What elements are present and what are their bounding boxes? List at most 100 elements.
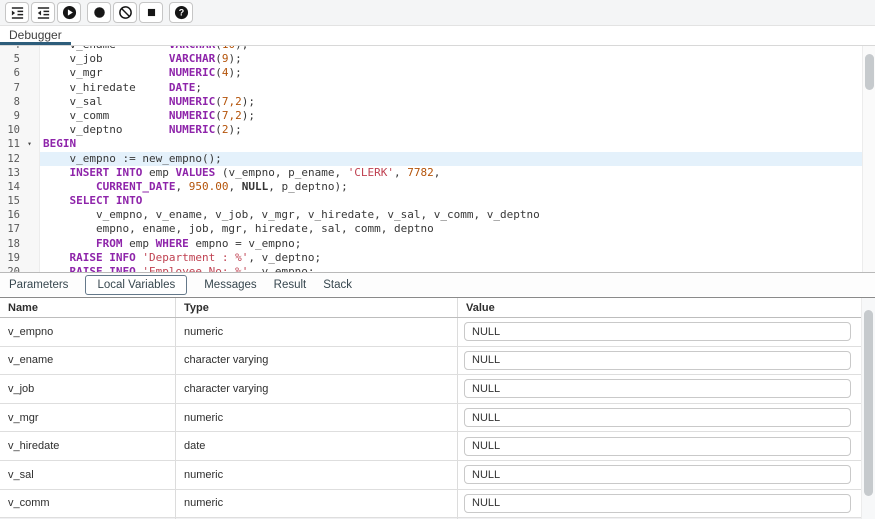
tab-parameters[interactable]: Parameters xyxy=(9,279,68,291)
line-number[interactable]: 6 xyxy=(0,66,20,80)
line-number[interactable]: 18 xyxy=(0,237,20,251)
code-token: ); xyxy=(228,66,241,79)
code-token xyxy=(43,180,96,193)
code-token: NUMERIC xyxy=(169,66,215,79)
variable-type: numeric xyxy=(176,318,458,346)
code-text: RAISE INFO 'Employee No: %', v_empno; xyxy=(40,265,862,272)
variable-row-v_ename[interactable]: v_enamecharacter varying xyxy=(0,347,875,376)
line-number[interactable]: 10 xyxy=(0,123,20,137)
code-token: NUMERIC xyxy=(169,123,215,136)
variable-row-v_sal[interactable]: v_salnumeric xyxy=(0,461,875,490)
code-line-14[interactable]: 14 CURRENT_DATE, 950.00, NULL, p_deptno)… xyxy=(0,180,862,194)
breakpoint-icon xyxy=(92,5,107,20)
code-token: ); xyxy=(228,123,241,136)
variable-type: character varying xyxy=(176,347,458,375)
value-input-v_comm[interactable] xyxy=(464,494,851,513)
gutter-spacer xyxy=(20,208,40,222)
clear-breakpoints-icon xyxy=(118,5,133,20)
line-number[interactable]: 15 xyxy=(0,194,20,208)
editor-vertical-scrollbar[interactable] xyxy=(862,46,875,272)
line-number[interactable]: 13 xyxy=(0,166,20,180)
code-line-18[interactable]: 18 FROM emp WHERE empno = v_empno; xyxy=(0,237,862,251)
code-text: v_empno := new_empno(); xyxy=(40,152,862,166)
line-number[interactable]: 16 xyxy=(0,208,20,222)
code-line-15[interactable]: 15 SELECT INTO xyxy=(0,194,862,208)
value-input-v_ename[interactable] xyxy=(464,351,851,370)
tab-local-variables[interactable]: Local Variables xyxy=(85,275,187,295)
variables-grid: Name Type Value v_empnonumericv_enamecha… xyxy=(0,297,875,519)
line-number[interactable]: 8 xyxy=(0,95,20,109)
code-token: , xyxy=(394,166,407,179)
code-line-10[interactable]: 10 v_deptno NUMERIC(2); xyxy=(0,123,862,137)
variable-row-v_job[interactable]: v_jobcharacter varying xyxy=(0,375,875,404)
stop-button[interactable] xyxy=(139,2,163,23)
code-token: (v_empno, p_ename, xyxy=(215,166,347,179)
code-token xyxy=(43,251,70,264)
code-line-6[interactable]: 6 v_mgr NUMERIC(4); xyxy=(0,66,862,80)
code-text: v_sal NUMERIC(7,2); xyxy=(40,95,862,109)
code-token: emp xyxy=(122,237,155,250)
tab-messages[interactable]: Messages xyxy=(204,279,256,291)
table-vertical-scrollbar[interactable] xyxy=(861,298,875,519)
code-line-20[interactable]: 20 RAISE INFO 'Employee No: %', v_empno; xyxy=(0,265,862,272)
value-input-v_hiredate[interactable] xyxy=(464,437,851,456)
panel-tabbar: Parameters Local Variables Messages Result S… xyxy=(0,273,875,296)
variable-type: numeric xyxy=(176,490,458,518)
toggle-breakpoint-button[interactable] xyxy=(87,2,111,23)
code-line-16[interactable]: 16 v_empno, v_ename, v_job, v_mgr, v_hir… xyxy=(0,208,862,222)
gutter-spacer xyxy=(20,166,40,180)
code-line-13[interactable]: 13 INSERT INTO emp VALUES (v_empno, p_en… xyxy=(0,166,862,180)
column-header-value: Value xyxy=(458,298,861,317)
variable-name: v_hiredate xyxy=(0,432,176,460)
tab-stack[interactable]: Stack xyxy=(323,279,352,291)
code-token: v_deptno xyxy=(43,123,169,136)
debugger-window: ? Debugger 4 v_ename VARCHAR(10);5 v_job… xyxy=(0,0,875,519)
code-line-7[interactable]: 7 v_hiredate DATE; xyxy=(0,81,862,95)
code-editor[interactable]: 4 v_ename VARCHAR(10);5 v_job VARCHAR(9)… xyxy=(0,46,875,272)
code-scroll-area[interactable]: 4 v_ename VARCHAR(10);5 v_job VARCHAR(9)… xyxy=(0,46,862,272)
value-input-v_empno[interactable] xyxy=(464,322,851,341)
variable-row-v_empno[interactable]: v_empnonumeric xyxy=(0,318,875,347)
code-line-17[interactable]: 17 empno, ename, job, mgr, hiredate, sal… xyxy=(0,222,862,236)
code-token: v_job xyxy=(43,52,169,65)
variable-value-cell xyxy=(458,375,861,403)
code-token: ( xyxy=(215,109,222,122)
code-line-19[interactable]: 19 RAISE INFO 'Department : %', v_deptno… xyxy=(0,251,862,265)
value-input-v_mgr[interactable] xyxy=(464,408,851,427)
line-number[interactable]: 14 xyxy=(0,180,20,194)
line-number[interactable]: 9 xyxy=(0,109,20,123)
variable-row-v_mgr[interactable]: v_mgrnumeric xyxy=(0,404,875,433)
code-line-8[interactable]: 8 v_sal NUMERIC(7,2); xyxy=(0,95,862,109)
line-number[interactable]: 5 xyxy=(0,52,20,66)
code-line-11[interactable]: 11▾BEGIN xyxy=(0,137,862,151)
line-number[interactable]: 11 xyxy=(0,137,20,151)
clear-breakpoints-button[interactable] xyxy=(113,2,137,23)
value-input-v_sal[interactable] xyxy=(464,465,851,484)
code-line-9[interactable]: 9 v_comm NUMERIC(7,2); xyxy=(0,109,862,123)
variable-name: v_mgr xyxy=(0,404,176,432)
code-text: v_mgr NUMERIC(4); xyxy=(40,66,862,80)
value-input-v_job[interactable] xyxy=(464,379,851,398)
code-line-12[interactable]: 12 v_empno := new_empno(); xyxy=(0,152,862,166)
continue-button[interactable] xyxy=(57,2,81,23)
code-token: , xyxy=(434,166,441,179)
line-number[interactable]: 7 xyxy=(0,81,20,95)
code-line-5[interactable]: 5 v_job VARCHAR(9); xyxy=(0,52,862,66)
step-into-button[interactable] xyxy=(5,2,29,23)
column-header-type: Type xyxy=(176,298,458,317)
step-over-button[interactable] xyxy=(31,2,55,23)
help-button[interactable]: ? xyxy=(169,2,193,23)
column-header-name: Name xyxy=(0,298,176,317)
line-number[interactable]: 19 xyxy=(0,251,20,265)
line-number[interactable]: 20 xyxy=(0,265,20,272)
table-scrollbar-thumb[interactable] xyxy=(864,310,873,496)
variable-row-v_comm[interactable]: v_commnumeric xyxy=(0,490,875,519)
line-number[interactable]: 12 xyxy=(0,152,20,166)
variable-row-v_hiredate[interactable]: v_hiredatedate xyxy=(0,432,875,461)
tab-debugger[interactable]: Debugger xyxy=(0,26,71,45)
fold-marker-icon[interactable]: ▾ xyxy=(20,137,40,151)
tab-result[interactable]: Result xyxy=(274,279,307,291)
editor-scrollbar-thumb[interactable] xyxy=(865,54,874,90)
code-token: ); xyxy=(242,109,255,122)
line-number[interactable]: 17 xyxy=(0,222,20,236)
